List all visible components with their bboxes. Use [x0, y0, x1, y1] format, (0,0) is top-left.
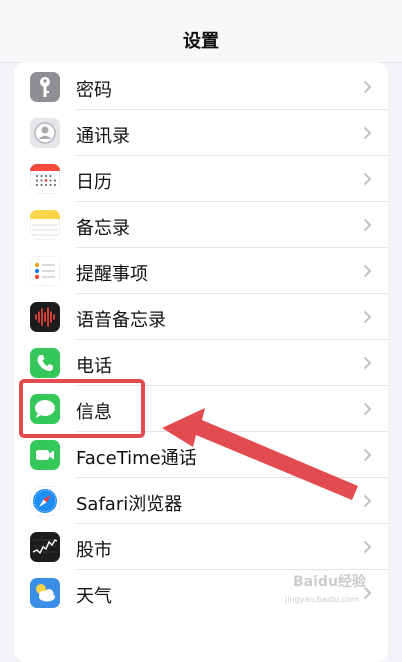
- watermark: Baidu经验 jingyan.baidu.com: [285, 563, 380, 609]
- watermark-text: Baidu经验: [293, 574, 366, 590]
- watermark-url: jingyan.baidu.com: [285, 595, 359, 604]
- annotation-arrow-icon: [162, 408, 358, 500]
